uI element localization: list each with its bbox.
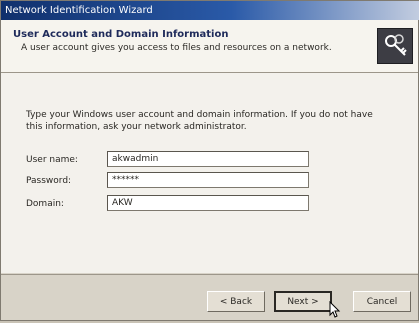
header-banner: User Account and Domain Information A us…	[1, 20, 418, 73]
window-title: Network Identification Wizard	[1, 1, 419, 20]
footer-divider	[1, 274, 418, 275]
page-title: User Account and Domain Information	[13, 29, 229, 40]
back-button[interactable]: < Back	[207, 291, 265, 312]
pointer-icon	[329, 300, 341, 319]
page-subtitle: A user account gives you access to files…	[21, 43, 332, 53]
password-label: Password:	[26, 176, 72, 186]
cancel-button[interactable]: Cancel	[353, 291, 411, 312]
username-label: User name:	[26, 155, 78, 165]
domain-field[interactable]	[107, 195, 309, 211]
wizard-window: Network Identification Wizard User Accou…	[0, 0, 419, 321]
instruction-text: Type your Windows user account and domai…	[26, 110, 373, 132]
keys-icon	[377, 28, 413, 64]
password-field[interactable]	[107, 172, 309, 188]
domain-label: Domain:	[26, 199, 64, 209]
next-button[interactable]: Next >	[274, 291, 332, 312]
username-field[interactable]	[107, 151, 309, 167]
